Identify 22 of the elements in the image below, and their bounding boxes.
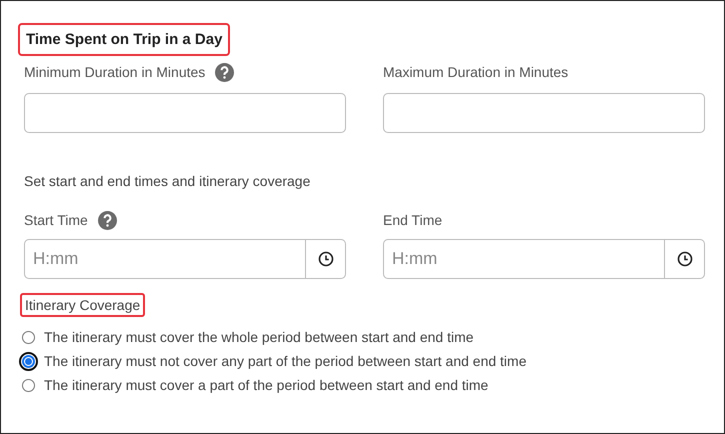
help-icon[interactable] xyxy=(98,210,117,230)
clock-icon xyxy=(676,251,692,267)
section-title: Time Spent on Trip in a Day xyxy=(18,23,230,56)
radio-button[interactable] xyxy=(22,378,35,392)
radio-button[interactable] xyxy=(22,330,35,344)
time-field[interactable]: H:mm xyxy=(383,239,665,279)
field-label: End Time xyxy=(383,212,442,228)
time-field[interactable]: H:mm xyxy=(24,239,306,279)
input-field[interactable] xyxy=(24,93,346,133)
instruction-text: Set start and end times and itinerary coverage xyxy=(24,173,312,189)
help-icon[interactable] xyxy=(215,62,234,82)
field-label: Maximum Duration in Minutes xyxy=(383,64,568,80)
radio-label: The itinerary must not cover any part of the period between start and end time xyxy=(44,353,526,369)
radio-label: The itinerary must cover the whole period between start and end time xyxy=(44,329,474,345)
clock-icon xyxy=(318,251,334,267)
clock-button[interactable] xyxy=(306,239,346,279)
field-label: Start Time xyxy=(24,212,88,228)
field-label: Minimum Duration in Minutes xyxy=(24,64,206,80)
section-label: Itinerary Coverage xyxy=(20,293,146,317)
radio-label: The itinerary must cover a part of the period between start and end time xyxy=(44,377,488,393)
input-field[interactable] xyxy=(383,93,705,133)
clock-button[interactable] xyxy=(665,239,705,279)
